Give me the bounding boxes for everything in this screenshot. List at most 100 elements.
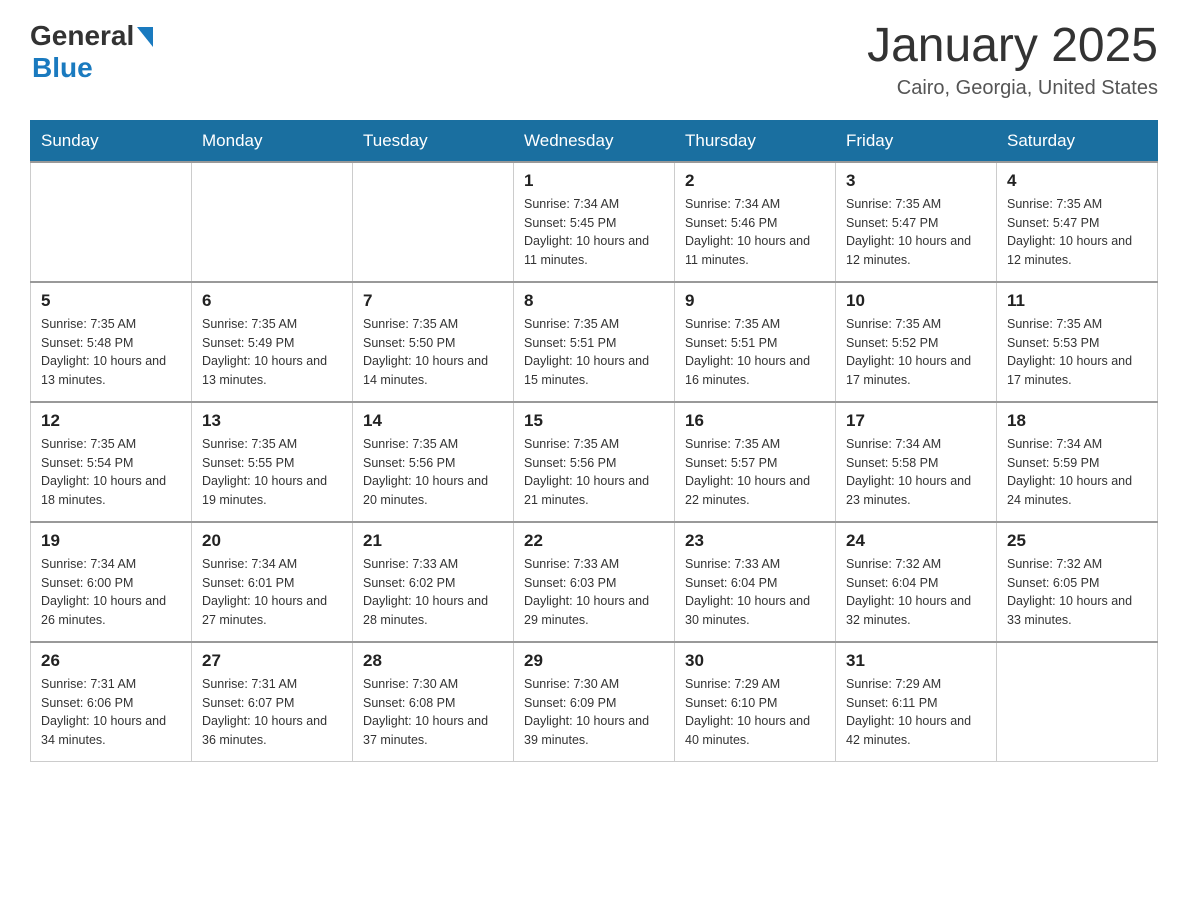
calendar-day-cell: 9 Sunrise: 7:35 AMSunset: 5:51 PMDayligh… [675, 282, 836, 402]
day-info: Sunrise: 7:29 AMSunset: 6:10 PMDaylight:… [685, 677, 810, 747]
calendar-header-row: SundayMondayTuesdayWednesdayThursdayFrid… [31, 120, 1158, 162]
day-info: Sunrise: 7:35 AMSunset: 5:47 PMDaylight:… [1007, 197, 1132, 267]
day-info: Sunrise: 7:31 AMSunset: 6:06 PMDaylight:… [41, 677, 166, 747]
day-info: Sunrise: 7:31 AMSunset: 6:07 PMDaylight:… [202, 677, 327, 747]
calendar-day-cell: 18 Sunrise: 7:34 AMSunset: 5:59 PMDaylig… [997, 402, 1158, 522]
calendar-day-cell: 6 Sunrise: 7:35 AMSunset: 5:49 PMDayligh… [192, 282, 353, 402]
day-number: 12 [41, 411, 181, 431]
calendar-day-cell: 2 Sunrise: 7:34 AMSunset: 5:46 PMDayligh… [675, 162, 836, 282]
day-info: Sunrise: 7:32 AMSunset: 6:05 PMDaylight:… [1007, 557, 1132, 627]
day-number: 27 [202, 651, 342, 671]
day-info: Sunrise: 7:32 AMSunset: 6:04 PMDaylight:… [846, 557, 971, 627]
calendar-day-cell: 26 Sunrise: 7:31 AMSunset: 6:06 PMDaylig… [31, 642, 192, 762]
day-number: 4 [1007, 171, 1147, 191]
day-info: Sunrise: 7:35 AMSunset: 5:51 PMDaylight:… [524, 317, 649, 387]
day-number: 1 [524, 171, 664, 191]
day-number: 15 [524, 411, 664, 431]
calendar-day-cell: 16 Sunrise: 7:35 AMSunset: 5:57 PMDaylig… [675, 402, 836, 522]
calendar-day-cell [31, 162, 192, 282]
day-number: 2 [685, 171, 825, 191]
calendar-day-cell: 27 Sunrise: 7:31 AMSunset: 6:07 PMDaylig… [192, 642, 353, 762]
day-info: Sunrise: 7:35 AMSunset: 5:55 PMDaylight:… [202, 437, 327, 507]
calendar-day-cell: 10 Sunrise: 7:35 AMSunset: 5:52 PMDaylig… [836, 282, 997, 402]
day-info: Sunrise: 7:35 AMSunset: 5:49 PMDaylight:… [202, 317, 327, 387]
day-number: 13 [202, 411, 342, 431]
calendar-day-cell: 28 Sunrise: 7:30 AMSunset: 6:08 PMDaylig… [353, 642, 514, 762]
day-number: 5 [41, 291, 181, 311]
day-number: 7 [363, 291, 503, 311]
logo: General Blue [30, 20, 153, 84]
calendar-day-cell: 12 Sunrise: 7:35 AMSunset: 5:54 PMDaylig… [31, 402, 192, 522]
calendar-day-cell: 23 Sunrise: 7:33 AMSunset: 6:04 PMDaylig… [675, 522, 836, 642]
day-number: 11 [1007, 291, 1147, 311]
calendar-day-cell: 17 Sunrise: 7:34 AMSunset: 5:58 PMDaylig… [836, 402, 997, 522]
page-header: General Blue January 2025 Cairo, Georgia… [30, 20, 1158, 100]
calendar-day-cell: 29 Sunrise: 7:30 AMSunset: 6:09 PMDaylig… [514, 642, 675, 762]
calendar-week-row: 5 Sunrise: 7:35 AMSunset: 5:48 PMDayligh… [31, 282, 1158, 402]
logo-triangle-icon [137, 27, 153, 52]
day-info: Sunrise: 7:35 AMSunset: 5:48 PMDaylight:… [41, 317, 166, 387]
calendar-week-row: 26 Sunrise: 7:31 AMSunset: 6:06 PMDaylig… [31, 642, 1158, 762]
calendar-day-cell: 4 Sunrise: 7:35 AMSunset: 5:47 PMDayligh… [997, 162, 1158, 282]
calendar-day-cell: 20 Sunrise: 7:34 AMSunset: 6:01 PMDaylig… [192, 522, 353, 642]
day-number: 28 [363, 651, 503, 671]
calendar-day-cell: 1 Sunrise: 7:34 AMSunset: 5:45 PMDayligh… [514, 162, 675, 282]
day-number: 21 [363, 531, 503, 551]
day-number: 19 [41, 531, 181, 551]
day-info: Sunrise: 7:34 AMSunset: 5:58 PMDaylight:… [846, 437, 971, 507]
day-number: 30 [685, 651, 825, 671]
calendar-week-row: 12 Sunrise: 7:35 AMSunset: 5:54 PMDaylig… [31, 402, 1158, 522]
calendar-day-cell: 22 Sunrise: 7:33 AMSunset: 6:03 PMDaylig… [514, 522, 675, 642]
day-info: Sunrise: 7:35 AMSunset: 5:51 PMDaylight:… [685, 317, 810, 387]
day-of-week-header: Sunday [31, 120, 192, 162]
calendar-day-cell [353, 162, 514, 282]
day-info: Sunrise: 7:33 AMSunset: 6:02 PMDaylight:… [363, 557, 488, 627]
calendar-week-row: 1 Sunrise: 7:34 AMSunset: 5:45 PMDayligh… [31, 162, 1158, 282]
day-of-week-header: Tuesday [353, 120, 514, 162]
day-number: 29 [524, 651, 664, 671]
month-title: January 2025 [867, 20, 1158, 73]
day-info: Sunrise: 7:33 AMSunset: 6:04 PMDaylight:… [685, 557, 810, 627]
calendar-day-cell: 3 Sunrise: 7:35 AMSunset: 5:47 PMDayligh… [836, 162, 997, 282]
day-of-week-header: Thursday [675, 120, 836, 162]
day-info: Sunrise: 7:34 AMSunset: 5:45 PMDaylight:… [524, 197, 649, 267]
day-info: Sunrise: 7:34 AMSunset: 6:01 PMDaylight:… [202, 557, 327, 627]
calendar-day-cell: 5 Sunrise: 7:35 AMSunset: 5:48 PMDayligh… [31, 282, 192, 402]
day-info: Sunrise: 7:34 AMSunset: 5:59 PMDaylight:… [1007, 437, 1132, 507]
day-number: 25 [1007, 531, 1147, 551]
day-info: Sunrise: 7:30 AMSunset: 6:09 PMDaylight:… [524, 677, 649, 747]
calendar-day-cell: 24 Sunrise: 7:32 AMSunset: 6:04 PMDaylig… [836, 522, 997, 642]
location-title: Cairo, Georgia, United States [867, 77, 1158, 100]
day-of-week-header: Monday [192, 120, 353, 162]
day-of-week-header: Friday [836, 120, 997, 162]
calendar-day-cell: 7 Sunrise: 7:35 AMSunset: 5:50 PMDayligh… [353, 282, 514, 402]
calendar-day-cell [997, 642, 1158, 762]
day-info: Sunrise: 7:34 AMSunset: 5:46 PMDaylight:… [685, 197, 810, 267]
day-info: Sunrise: 7:29 AMSunset: 6:11 PMDaylight:… [846, 677, 971, 747]
day-number: 26 [41, 651, 181, 671]
calendar-day-cell: 11 Sunrise: 7:35 AMSunset: 5:53 PMDaylig… [997, 282, 1158, 402]
day-info: Sunrise: 7:30 AMSunset: 6:08 PMDaylight:… [363, 677, 488, 747]
day-info: Sunrise: 7:35 AMSunset: 5:47 PMDaylight:… [846, 197, 971, 267]
day-info: Sunrise: 7:35 AMSunset: 5:56 PMDaylight:… [363, 437, 488, 507]
day-number: 9 [685, 291, 825, 311]
calendar-week-row: 19 Sunrise: 7:34 AMSunset: 6:00 PMDaylig… [31, 522, 1158, 642]
calendar-day-cell: 25 Sunrise: 7:32 AMSunset: 6:05 PMDaylig… [997, 522, 1158, 642]
calendar-day-cell: 30 Sunrise: 7:29 AMSunset: 6:10 PMDaylig… [675, 642, 836, 762]
day-number: 14 [363, 411, 503, 431]
calendar-day-cell: 8 Sunrise: 7:35 AMSunset: 5:51 PMDayligh… [514, 282, 675, 402]
day-info: Sunrise: 7:33 AMSunset: 6:03 PMDaylight:… [524, 557, 649, 627]
day-info: Sunrise: 7:35 AMSunset: 5:54 PMDaylight:… [41, 437, 166, 507]
day-of-week-header: Saturday [997, 120, 1158, 162]
day-number: 18 [1007, 411, 1147, 431]
logo-blue-text: Blue [32, 52, 93, 83]
calendar-day-cell: 19 Sunrise: 7:34 AMSunset: 6:00 PMDaylig… [31, 522, 192, 642]
day-number: 24 [846, 531, 986, 551]
day-number: 17 [846, 411, 986, 431]
calendar-day-cell: 13 Sunrise: 7:35 AMSunset: 5:55 PMDaylig… [192, 402, 353, 522]
day-number: 22 [524, 531, 664, 551]
day-number: 20 [202, 531, 342, 551]
day-number: 31 [846, 651, 986, 671]
day-number: 3 [846, 171, 986, 191]
day-number: 6 [202, 291, 342, 311]
